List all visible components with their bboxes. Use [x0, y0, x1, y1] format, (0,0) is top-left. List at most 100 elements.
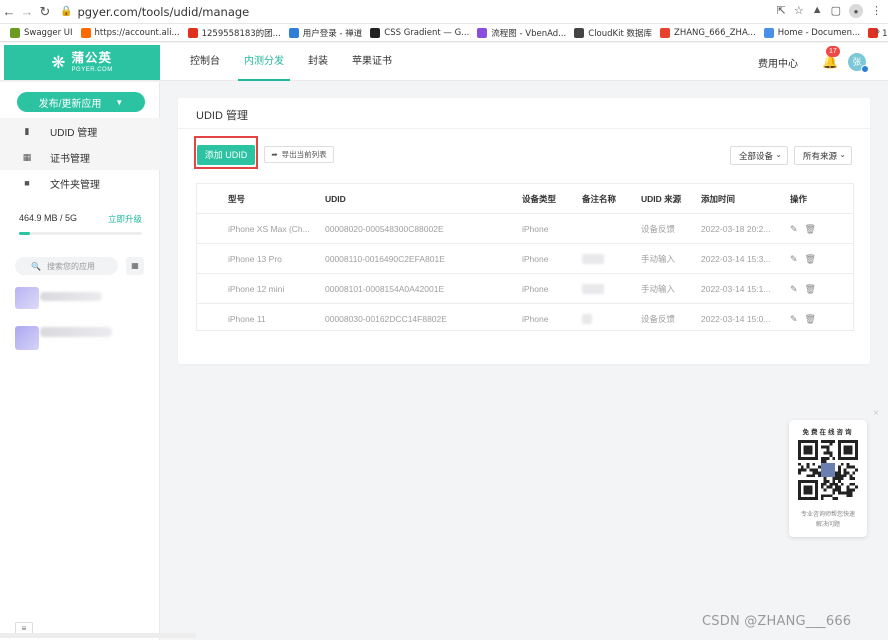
trash-icon[interactable]: 🗑 — [805, 214, 816, 244]
folder-icon: ■ — [24, 178, 30, 188]
app-icon[interactable] — [15, 287, 39, 309]
trash-icon[interactable]: 🗑 — [805, 274, 816, 304]
cell-udid: 00008110-0016490C2EFA801E — [325, 254, 445, 264]
sidebar-item-certificates[interactable]: ▦ 证书管理 — [0, 144, 160, 170]
bookmark-item[interactable]: 流程图 - VbenAd... — [477, 27, 566, 39]
publish-update-button[interactable]: 发布/更新应用 ▼ — [17, 92, 145, 112]
bookmark-item[interactable]: Home - Documen... — [763, 27, 861, 38]
cell-source: 手动输入 — [641, 284, 676, 294]
top-nav: 控制台 内测分发 封装 苹果证书 — [178, 43, 404, 81]
device-filter-select[interactable]: 全部设备 ⌄ — [730, 146, 788, 165]
source-filter-value: 所有来源 — [803, 150, 838, 161]
qr-code-icon — [798, 440, 858, 500]
trash-icon[interactable]: 🗑 — [805, 244, 816, 274]
consult-desc-line2: 解决问题 — [815, 522, 840, 528]
bookmarks-bar: Swagger UI https://account.ali... 12595581… — [0, 24, 888, 42]
trash-icon[interactable]: 🗑 — [805, 304, 816, 334]
menu-icon[interactable]: ⋮ — [871, 4, 882, 18]
app-search-input[interactable]: 🔍 搜索您的应用 — [15, 257, 118, 275]
profile-icon[interactable]: ● — [849, 4, 863, 18]
bookmark-item[interactable]: ZHANG_666_ZHA... — [660, 27, 756, 38]
bookmark-label: ZHANG_666_ZHA... — [674, 27, 756, 38]
share-icon[interactable]: ⇱ — [777, 4, 786, 18]
star-icon[interactable]: ☆ — [794, 4, 804, 18]
source-filter-select[interactable]: 所有来源 ⌄ — [794, 146, 852, 165]
nav-internal-distribution[interactable]: 内测分发 — [232, 43, 296, 81]
bookmark-item[interactable]: CSS Gradient — G... — [370, 27, 469, 38]
cell-note-blurred — [582, 254, 604, 264]
browser-actions: ⇱ ☆ ▲ ▢ ● ⋮ — [777, 4, 882, 18]
avatar-initial: 张 — [852, 57, 862, 67]
extension-icon[interactable]: ▲ — [812, 4, 823, 18]
cell-time: 2022-03-14 15:3... — [701, 254, 771, 264]
table-row: iPhone 11 00008030-00162DCC14F8802E iPhone… — [197, 304, 853, 334]
horizontal-scrollbar[interactable] — [0, 633, 196, 638]
app-name-blurred[interactable] — [40, 327, 112, 337]
bookmark-item[interactable]: Swagger UI — [10, 27, 73, 38]
bookmark-icon — [10, 27, 20, 38]
table-row: iPhone 12 mini 00008101-0008154A0A42001E i… — [197, 274, 853, 304]
nav-apple-certificate[interactable]: 苹果证书 — [340, 43, 404, 81]
sidebar-item-label: 文件夹管理 — [50, 179, 100, 191]
column-header-udid: UDID — [325, 194, 346, 204]
consult-widget: 免费在线咨询 专业咨询师帮您快速 解决问题 — [789, 420, 867, 537]
address-bar[interactable]: 🔒 pgyer.com/tools/udid/manage — [60, 3, 760, 21]
forward-icon[interactable]: → — [18, 4, 36, 19]
export-icon: ➦ — [271, 150, 278, 159]
cell-type: iPhone — [522, 314, 549, 324]
bell-icon[interactable]: 🔔 17 — [822, 46, 840, 70]
edit-icon[interactable]: ✎ — [790, 244, 798, 274]
app-name-blurred[interactable] — [40, 292, 102, 301]
notification-badge: 17 — [826, 46, 840, 57]
sidepanel-icon[interactable]: ▢ — [831, 4, 841, 18]
edit-icon[interactable]: ✎ — [790, 304, 798, 334]
column-header-device-type: 设备类型 — [522, 194, 557, 204]
more-bookmarks-icon[interactable]: » — [874, 26, 880, 37]
browser-toolbar: ← → ↻ 🔒 pgyer.com/tools/udid/manage ⇱ ☆ … — [0, 0, 888, 24]
bookmark-label: CloudKit 数据库 — [588, 28, 653, 39]
grid-view-icon[interactable]: ▦ — [126, 257, 144, 275]
fee-center-link[interactable]: 费用中心 — [758, 55, 798, 70]
edit-icon[interactable]: ✎ — [790, 214, 798, 244]
chevron-down-icon: ⌄ — [839, 150, 846, 159]
nav-wrap[interactable]: 封装 — [296, 43, 340, 81]
consult-title: 免费在线咨询 — [802, 429, 854, 436]
logo[interactable]: ❋ 蒲公英 PGYER.COM — [4, 45, 160, 80]
cell-source: 手动输入 — [641, 254, 676, 264]
page-title: UDID 管理 — [196, 110, 248, 122]
close-icon[interactable]: × — [873, 408, 879, 419]
bookmark-item[interactable]: 1259558183的团... — [187, 27, 281, 39]
nav-console[interactable]: 控制台 — [178, 43, 232, 81]
search-placeholder: 搜索您的应用 — [46, 261, 95, 271]
sidebar-item-udid[interactable]: ▮ UDID 管理 — [0, 118, 160, 144]
search-icon: 🔍 — [31, 261, 41, 271]
sidebar-menu: ▮ UDID 管理 ▦ 证书管理 ■ 文件夹管理 — [0, 118, 160, 196]
cell-time: 2022-03-18 20:2... — [701, 224, 771, 234]
bookmark-item[interactable]: 用户登录 - 禅道 — [288, 27, 362, 39]
export-list-button[interactable]: ➦ 导出当前列表 — [264, 146, 334, 163]
app-icon[interactable] — [15, 326, 39, 350]
bookmark-icon — [370, 27, 381, 38]
export-label: 导出当前列表 — [281, 150, 327, 159]
bookmark-icon — [288, 27, 299, 38]
caret-down-icon[interactable]: ▼ — [115, 98, 123, 107]
header-right: 费用中心 🔔 17 张 — [758, 43, 869, 81]
cell-note-blurred — [582, 284, 604, 294]
bookmark-item[interactable]: https://account.ali... — [80, 27, 180, 38]
bookmark-icon — [763, 27, 774, 38]
add-udid-button[interactable]: 添加 UDID — [197, 145, 255, 165]
bookmark-icon — [80, 27, 91, 38]
bookmark-label: Swagger UI — [24, 27, 73, 38]
bookmark-icon — [660, 27, 671, 38]
upgrade-link[interactable]: 立即升级 — [108, 213, 142, 225]
phone-icon: ▮ — [24, 125, 30, 136]
sidebar-item-folders[interactable]: ■ 文件夹管理 — [0, 170, 160, 196]
reload-icon[interactable]: ↻ — [36, 4, 54, 20]
storage-bar-fill — [19, 232, 31, 235]
bookmark-item[interactable]: CloudKit 数据库 — [574, 27, 652, 39]
edit-icon[interactable]: ✎ — [790, 274, 798, 304]
back-icon[interactable]: ← — [0, 4, 18, 19]
cell-udid: 00008020-000548300C88002E — [325, 224, 444, 234]
avatar[interactable]: 张 — [848, 53, 869, 73]
bookmark-label: Home - Documen... — [777, 27, 861, 38]
